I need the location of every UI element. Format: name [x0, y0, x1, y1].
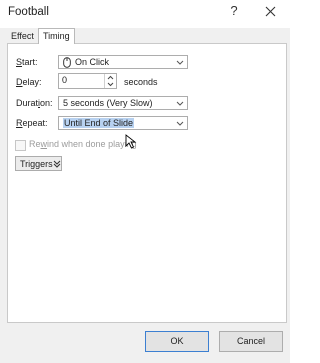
spin-down-icon[interactable]: [105, 81, 116, 88]
triggers-label: Triggers: [20, 159, 53, 169]
chevron-down-icon: [176, 60, 184, 65]
start-value: On Click: [75, 57, 110, 67]
duration-dropdown[interactable]: 5 seconds (Very Slow): [58, 96, 188, 110]
start-dropdown[interactable]: On Click: [58, 55, 188, 69]
duration-value: 5 seconds (Very Slow): [63, 98, 153, 108]
close-icon[interactable]: [262, 3, 280, 21]
chevron-down-icon: [176, 101, 184, 106]
mouse-pointer-icon: [125, 134, 137, 149]
delay-spinner[interactable]: 0: [58, 73, 117, 89]
rewind-label: Rewind when done playing: [29, 139, 137, 149]
spin-up-icon[interactable]: [105, 74, 116, 81]
dialog-title: Football: [8, 6, 49, 18]
start-label: Start:: [16, 57, 38, 67]
repeat-label: Repeat:: [16, 118, 48, 128]
delay-unit: seconds: [124, 77, 158, 87]
mouse-icon: [63, 57, 71, 68]
tab-timing[interactable]: Timing: [38, 28, 75, 44]
double-chevron-down-icon: [53, 160, 61, 168]
title-bar: Football ?: [0, 0, 290, 28]
ok-button[interactable]: OK: [145, 331, 209, 352]
rewind-checkbox[interactable]: [15, 140, 26, 151]
delay-value: 0: [62, 75, 68, 85]
tab-strip: Effect Timing: [0, 28, 290, 44]
triggers-button[interactable]: Triggers: [15, 156, 62, 171]
duration-label: Duration:: [16, 98, 53, 108]
animation-timing-dialog: Football ? Effect Timing Start: On Click…: [0, 0, 290, 363]
delay-label: Delay:: [16, 77, 42, 87]
tab-effect[interactable]: Effect: [7, 30, 38, 43]
repeat-value: Until End of Slide: [63, 118, 135, 128]
help-button[interactable]: ?: [226, 3, 242, 21]
repeat-dropdown[interactable]: Until End of Slide: [58, 116, 188, 130]
timing-panel: Start: On Click Delay: 0 seconds Duratio…: [7, 43, 287, 323]
cancel-button[interactable]: Cancel: [219, 331, 283, 352]
chevron-down-icon: [176, 121, 184, 126]
